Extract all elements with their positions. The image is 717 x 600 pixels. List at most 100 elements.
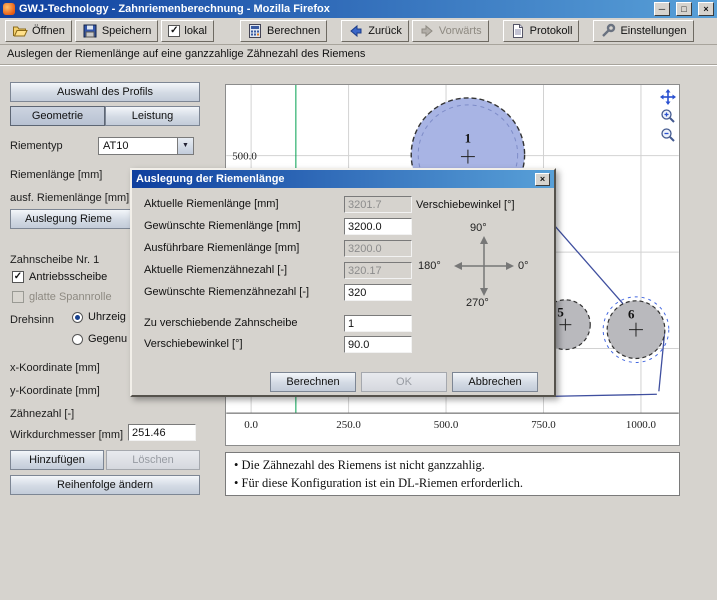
toolbar-gap: [217, 31, 237, 32]
main-toolbar: Öffnen Speichern ✓ lokal Berechnen Zurüc…: [0, 18, 717, 45]
settings-label: Einstellungen: [620, 25, 686, 37]
pulley-to-move-input[interactable]: [344, 315, 412, 332]
pulley-1-label: 1: [465, 131, 471, 146]
x-tick-label: 1000.0: [626, 419, 657, 431]
open-label: Öffnen: [32, 25, 65, 37]
shift-angle-input[interactable]: [344, 336, 412, 353]
toolbar-gap: [582, 31, 590, 32]
dialog-close-icon[interactable]: ×: [535, 173, 550, 186]
feasible-belt-length-label: Ausführbare Riemenlänge [mm]: [144, 242, 299, 254]
current-belt-length-label: Aktuelle Riemenlänge [mm]: [144, 198, 279, 210]
add-pulley-button[interactable]: Hinzufügen: [10, 450, 104, 470]
zoom-out-icon[interactable]: [660, 127, 676, 143]
belt-type-select[interactable]: AT10 ▼: [98, 137, 194, 155]
window-title: GWJ-Technology - Zahnriemenberechnung - …: [19, 3, 648, 15]
radio-counterclockwise[interactable]: Gegenu: [72, 333, 127, 345]
compass-0-label: 0°: [518, 260, 529, 272]
folder-icon: [12, 23, 28, 39]
dialog-calculate-button[interactable]: Berechnen: [270, 372, 356, 392]
desired-teeth-count-input[interactable]: [344, 284, 412, 301]
reorder-button[interactable]: Reihenfolge ändern: [10, 475, 200, 495]
pulley-to-move-label: Zu verschiebende Zahnscheibe: [144, 317, 297, 329]
rotation-label: Drehsinn: [10, 313, 54, 327]
checkbox-empty-icon: [12, 291, 24, 303]
dialog-cancel-button[interactable]: Abbrechen: [452, 372, 538, 392]
tab-geometry[interactable]: Geometrie: [10, 106, 105, 126]
pitch-diameter-label: Wirkdurchmesser [mm]: [10, 428, 123, 442]
radio-unselected-icon[interactable]: [72, 334, 83, 345]
desired-belt-length-label: Gewünschte Riemenlänge [mm]: [144, 220, 301, 232]
shift-angle-compass-label: Verschiebewinkel [°]: [416, 199, 515, 211]
save-label: Speichern: [102, 25, 152, 37]
feasible-belt-length-input: [344, 240, 412, 257]
back-button[interactable]: Zurück: [341, 20, 409, 42]
local-toggle[interactable]: ✓ lokal: [161, 20, 214, 42]
save-button[interactable]: Speichern: [75, 20, 159, 42]
firefox-icon: [3, 3, 15, 15]
pitch-diameter-input[interactable]: [128, 424, 196, 441]
calculate-button[interactable]: Berechnen: [240, 20, 327, 42]
local-label: lokal: [184, 25, 207, 37]
zoom-in-icon[interactable]: [660, 108, 676, 124]
belt-type-label: Riementyp: [10, 139, 63, 153]
forward-button: Vorwärts: [412, 20, 489, 42]
y-coordinate-label: y-Koordinate [mm]: [10, 384, 100, 398]
arrow-left-icon: [348, 23, 364, 39]
current-teeth-count-input: [344, 262, 412, 279]
belt-length-design-dialog: Auslegung der Riemenlänge × Aktuelle Rie…: [130, 168, 556, 397]
x-tick-label: 500.0: [434, 419, 459, 431]
desired-belt-length-input[interactable]: [344, 218, 412, 235]
pulley-6[interactable]: 6: [603, 297, 669, 363]
minimize-icon[interactable]: ─: [654, 2, 670, 16]
radio-clockwise-label: Uhrzeig: [88, 311, 126, 323]
close-icon[interactable]: ×: [698, 2, 714, 16]
message-line: Für diese Konfiguration ist ein DL-Rieme…: [234, 474, 671, 492]
shift-angle-label: Verschiebewinkel [°]: [144, 338, 243, 350]
dialog-ok-button: OK: [361, 372, 447, 392]
toolbar-gap: [330, 31, 338, 32]
teeth-count-label: Zähnezahl [-]: [10, 407, 74, 421]
chart-toolbar: [660, 89, 676, 143]
drive-pulley-label: Antriebsscheibe: [29, 271, 107, 283]
tab-power[interactable]: Leistung: [105, 106, 200, 126]
drive-pulley-checkbox[interactable]: ✓ Antriebsscheibe: [12, 271, 107, 283]
open-button[interactable]: Öffnen: [5, 20, 72, 42]
calculator-icon: [247, 23, 263, 39]
toolbar-gap: [697, 31, 717, 32]
compass-180-label: 180°: [418, 260, 441, 272]
idler-pulley-checkbox: glatte Spannrolle: [12, 291, 112, 303]
radio-selected-icon[interactable]: [72, 312, 83, 323]
pan-move-icon[interactable]: [660, 89, 676, 105]
checkbox-check-icon[interactable]: ✓: [12, 271, 24, 283]
compass-90-label: 90°: [470, 222, 487, 234]
dialog-titlebar: Auslegung der Riemenlänge ×: [132, 170, 554, 188]
wrench-icon: [600, 23, 616, 39]
protocol-button[interactable]: Protokoll: [503, 20, 580, 42]
current-teeth-count-label: Aktuelle Riemenzähnezahl [-]: [144, 264, 287, 276]
application-window: GWJ-Technology - Zahnriemenberechnung - …: [0, 0, 717, 600]
belt-length-label: Riemenlänge [mm]: [10, 168, 102, 182]
exec-belt-length-label: ausf. Riemenlänge [mm]: [10, 191, 129, 205]
dialog-field-row: Verschiebewinkel [°]: [132, 336, 554, 354]
chevron-down-icon[interactable]: ▼: [177, 138, 193, 154]
pulley-6-label: 6: [628, 307, 635, 322]
status-infobar: Auslegen der Riemenlänge auf eine ganzza…: [0, 45, 717, 65]
idler-pulley-label: glatte Spannrolle: [29, 291, 112, 303]
pulley-section-label: Zahnscheibe Nr. 1: [10, 253, 99, 267]
calculate-label: Berechnen: [267, 25, 320, 37]
message-panel: Die Zähnezahl des Riemens ist nicht ganz…: [225, 452, 680, 496]
compass-270-label: 270°: [466, 297, 489, 309]
document-icon: [510, 23, 526, 39]
y-tick-label: 500.0: [232, 151, 257, 163]
local-checkbox[interactable]: ✓: [168, 25, 180, 37]
pulley-5-label: 5: [557, 305, 563, 320]
profile-select-button[interactable]: Auswahl des Profils: [10, 82, 200, 102]
radio-counterclockwise-label: Gegenu: [88, 333, 127, 345]
settings-button[interactable]: Einstellungen: [593, 20, 693, 42]
back-label: Zurück: [368, 25, 402, 37]
maximize-icon[interactable]: □: [676, 2, 692, 16]
x-coordinate-label: x-Koordinate [mm]: [10, 361, 100, 375]
radio-clockwise[interactable]: Uhrzeig: [72, 311, 126, 323]
x-tick-label: 0.0: [244, 419, 258, 431]
desired-teeth-count-label: Gewünschte Riemenzähnezahl [-]: [144, 286, 309, 298]
